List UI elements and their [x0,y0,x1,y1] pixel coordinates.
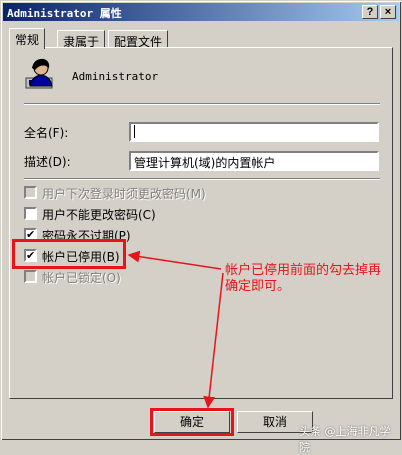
annotation-text: 帐户已停用前面的勾去掉再 确定即可。 [225,263,381,295]
properties-dialog: Administrator 属性 ? × 常规 隶属于 配置文件 Adminis… [0,0,402,454]
arrow-to-checkbox [127,250,222,270]
watermark: 头条 @上海非凡学院 [299,425,391,454]
annotation-arrows [127,250,224,409]
tab-general[interactable]: 常规 [9,28,46,49]
annotation-line-2: 确定即可。 [225,279,291,294]
annotation-line-1: 帐户已停用前面的勾去掉再 [225,263,382,278]
arrow-to-ok [203,272,224,409]
